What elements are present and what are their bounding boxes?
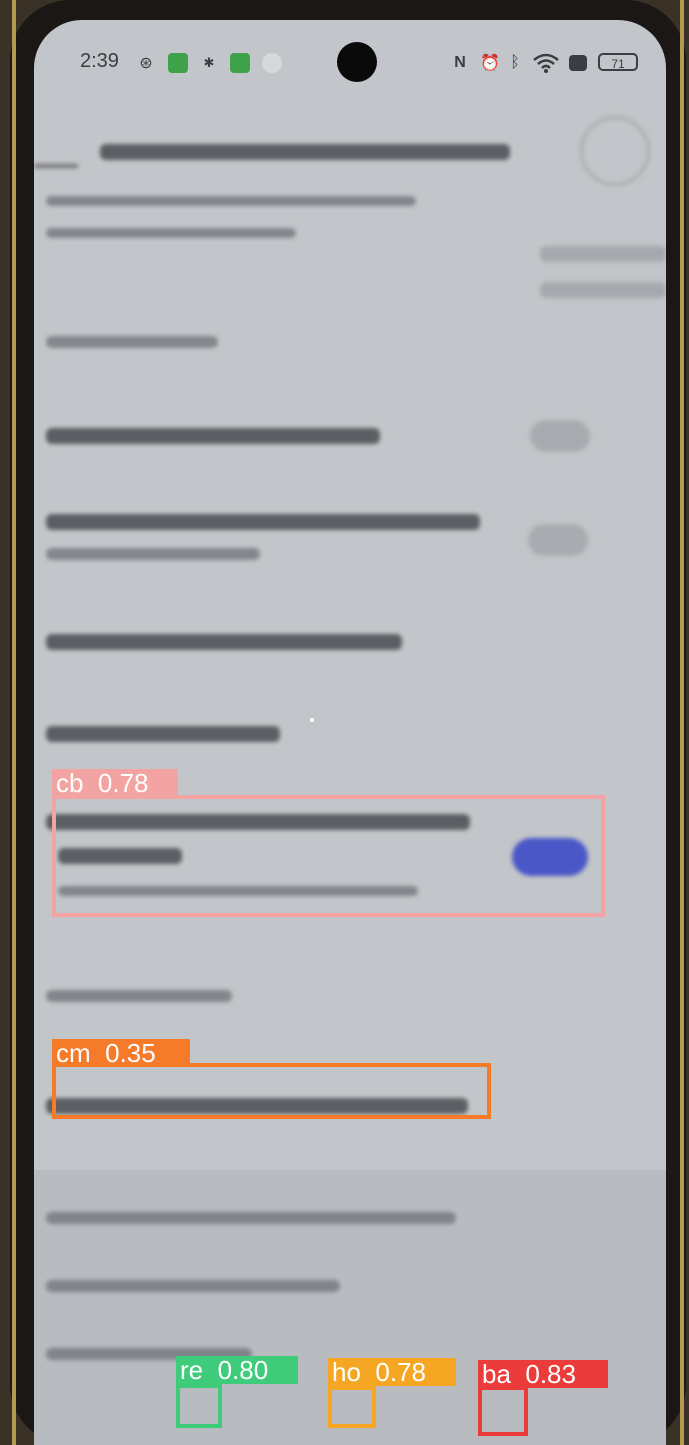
status-time: 2:39 [80, 50, 119, 72]
status-bar: 2:39 ⊛ ✱ N ⏰ ᛒ 71 [34, 20, 666, 100]
setting-description [46, 548, 260, 560]
detection-label-ba: ba 0.83 [478, 1360, 608, 1388]
page-title [100, 144, 510, 160]
detection-box-cm [52, 1063, 491, 1119]
list-item[interactable] [46, 1280, 340, 1292]
nfc-icon: N [454, 54, 466, 71]
phone-frame-right [680, 0, 684, 1445]
setting-toggle[interactable] [528, 524, 588, 556]
recents-button[interactable] [176, 1384, 222, 1428]
setting-toggle[interactable] [530, 420, 590, 452]
setting-row[interactable] [34, 620, 666, 680]
steering-icon: ⊛ [139, 55, 153, 72]
setting-label [46, 428, 380, 444]
detection-label-cb: cb 0.78 [52, 769, 178, 797]
detection-label-ho: ho 0.78 [328, 1358, 456, 1386]
list-item[interactable] [46, 1212, 456, 1224]
touch-dot [310, 718, 314, 722]
front-camera [337, 42, 377, 82]
close-box-icon [568, 53, 588, 73]
setting-row[interactable] [34, 500, 666, 590]
detection-label-cm: cm 0.35 [52, 1039, 190, 1067]
setting-row[interactable] [34, 408, 666, 478]
wifi-icon [532, 53, 560, 73]
home-button[interactable] [328, 1386, 376, 1428]
battery-indicator: 71 [598, 53, 638, 71]
bluetooth-icon: ᛒ [510, 54, 520, 71]
setting-label [46, 634, 402, 650]
setting-label [46, 514, 480, 530]
bug-icon: ✱ [203, 55, 215, 70]
setting-row[interactable] [34, 710, 666, 770]
phone-screen: 2:39 ⊛ ✱ N ⏰ ᛒ 71 [34, 20, 666, 1445]
detection-box-cb [52, 795, 605, 917]
detection-label-re: re 0.80 [176, 1356, 298, 1384]
page-subtitle [46, 196, 416, 206]
back-button[interactable] [478, 1386, 528, 1436]
section-header [46, 990, 232, 1002]
section-header [46, 336, 218, 348]
back-arrow-icon[interactable] [34, 164, 78, 168]
side-text [540, 246, 666, 262]
app-badge-icon [168, 53, 188, 73]
help-icon[interactable] [580, 116, 650, 186]
side-text-line2 [540, 282, 666, 298]
setting-label [46, 726, 280, 742]
page-subtitle-line2 [46, 228, 296, 238]
phone-frame-left [12, 0, 16, 1445]
app-badge-icon [230, 53, 250, 73]
minus-icon [262, 53, 282, 73]
alarm-icon: ⏰ [480, 55, 500, 72]
